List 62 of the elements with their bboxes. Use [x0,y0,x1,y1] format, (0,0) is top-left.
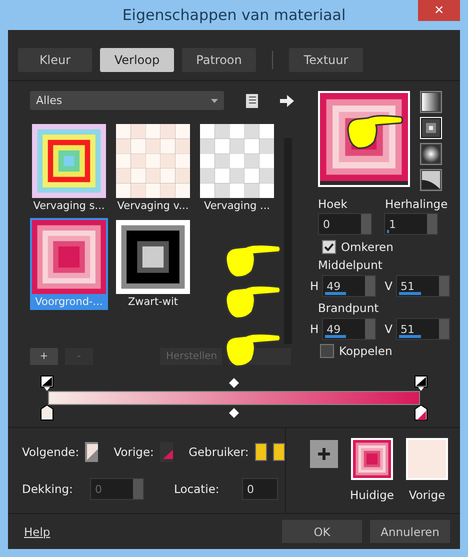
checkbox-label: Omkeren [341,240,394,254]
help-link[interactable]: Help [24,524,50,538]
gradient-preset[interactable]: Vervaging ... [198,122,276,214]
color-stop-icon[interactable] [40,405,54,421]
style-button[interactable] [420,169,442,191]
cancel-button[interactable]: Annuleren [370,520,450,543]
color-stop-icon[interactable] [414,405,428,421]
field-label: Gebruiker: [188,445,249,459]
field-label: Hoek [318,197,348,211]
checkbox-label: Koppelen [339,344,392,358]
plus-icon [318,448,330,460]
swatch-icon[interactable] [160,442,173,462]
tab[interactable]: Kleur [18,48,92,72]
number-field[interactable]: 51 [396,275,450,297]
ok-button[interactable]: OK [282,520,362,543]
number-field[interactable]: 51 [396,318,450,340]
field-label: H [310,322,319,336]
tab[interactable]: Patroon [182,48,256,72]
stop-marker-icon[interactable] [40,375,54,391]
field-label: Vorige: [114,445,154,459]
close-button[interactable]: × [418,0,460,21]
field-label: Dekking: [22,482,74,496]
field-label: H [310,279,319,293]
swatch-label: Huidige [350,488,394,502]
pointing-hand-icon [224,241,282,279]
color-swatch[interactable] [272,443,285,461]
midpoint-icon[interactable] [229,378,239,388]
document-icon[interactable] [246,94,258,108]
field-label: Locatie: [174,482,220,496]
list-button[interactable]: + [30,348,58,365]
right-arrow-icon[interactable] [280,94,294,106]
stop-marker-icon[interactable] [414,375,428,391]
pointing-hand-icon [346,112,404,150]
checkbox[interactable] [320,344,334,358]
gradient-bar[interactable] [48,391,420,405]
category-dropdown[interactable]: Alles [30,91,224,110]
checkbox[interactable] [322,240,336,254]
pointing-hand-icon [224,330,282,368]
section-label: Middelpunt [318,258,384,272]
window-title: Eigenschappen van materiaal [122,6,346,24]
number-field[interactable]: 0 [318,213,372,235]
field-label: V [384,279,393,293]
field-label: Herhalinge [385,197,448,211]
pointing-hand-icon [224,282,282,320]
section-label: Brandpunt [318,301,380,315]
add-button[interactable] [310,440,338,468]
number-field[interactable]: 49 [322,275,376,297]
number-field[interactable]: 1 [384,213,438,235]
swatch-icon[interactable] [85,442,98,462]
tab[interactable]: Verloop [100,48,174,72]
swatch-label: Vorige [408,488,446,502]
color-swatch[interactable] [254,443,267,461]
caret-icon[interactable] [211,98,218,102]
field-label: Volgende: [22,445,80,459]
number-field[interactable]: 49 [322,318,376,340]
midpoint-icon[interactable] [229,408,239,418]
style-button[interactable] [420,143,442,165]
number-field[interactable]: 0 [242,478,278,500]
tab[interactable]: Textuur [289,48,363,72]
field-label: V [384,322,393,336]
style-button[interactable] [420,91,442,113]
gradient-preset[interactable]: Vervaging v... [114,122,192,214]
